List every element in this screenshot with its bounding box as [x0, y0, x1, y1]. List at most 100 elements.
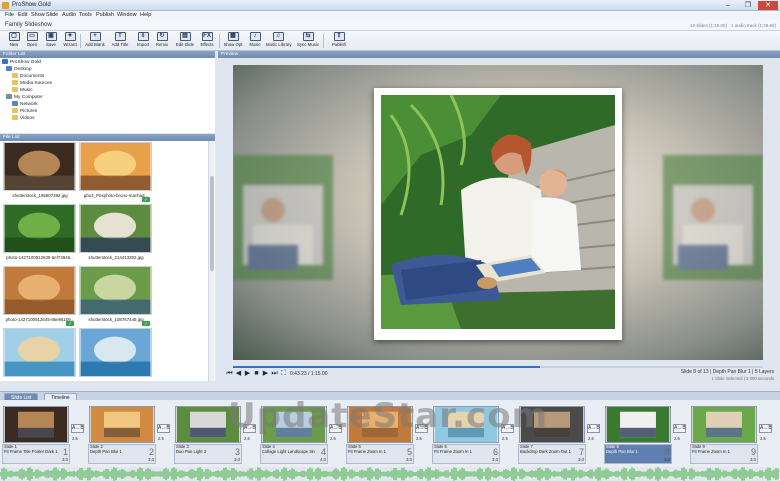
effects-button[interactable]: FX Effects [195, 32, 219, 50]
save-icon: ▣ [45, 32, 57, 41]
menu-window[interactable]: Window [117, 12, 137, 18]
minimize-button[interactable]: – [718, 1, 738, 10]
sync-music-button[interactable]: ⇆ Sync Music [296, 32, 320, 50]
file-thumbnail-image [79, 266, 152, 315]
slide-duration[interactable]: 3.0 [750, 457, 756, 462]
transition-duration[interactable]: 2.5 [502, 436, 508, 441]
slide-number: 9 [750, 447, 756, 457]
menu-help[interactable]: Help [140, 12, 151, 18]
menu-publish[interactable]: Publish [96, 12, 114, 18]
tree-item-documents[interactable]: Documents [12, 73, 44, 80]
maximize-button[interactable]: ❐ [738, 1, 758, 10]
audio-track[interactable] [0, 467, 780, 481]
file-thumbnail[interactable] [2, 328, 76, 381]
slide-duration[interactable]: 3.0 [234, 457, 240, 462]
slide-duration[interactable]: 3.0 [664, 457, 670, 462]
transition-icon[interactable]: A↔B [157, 424, 170, 433]
slide-name: Slide 6 Fit Frame Zoom In 1 [434, 445, 498, 454]
menu-edit[interactable]: Edit [18, 12, 27, 18]
progress-fill [233, 366, 541, 368]
playback-progress[interactable] [233, 366, 763, 368]
slide-thumbnail [89, 406, 155, 443]
slide-photo-frame[interactable] [374, 88, 622, 340]
file-thumbnail[interactable]: shutterstock_185607392.jpg [2, 142, 76, 204]
file-thumbnail[interactable]: shutterstock_214413302.jpg [78, 204, 152, 266]
tree-item-my-computer[interactable]: My Computer [6, 94, 43, 101]
forward-icon[interactable]: ▶ [262, 370, 269, 377]
transition-duration[interactable]: 2.5 [244, 436, 250, 441]
slide-card[interactable]: Slide 8 Depth Pan Blur 1 8 3.0 A↔B 2.5 [604, 403, 688, 464]
file-thumbnail[interactable]: ✓ [78, 328, 152, 381]
tree-item-proshow-gold[interactable]: ProShow Gold [2, 59, 41, 66]
file-thumbnail[interactable]: ✓ photo-1427100912645-86e96109... [2, 266, 76, 328]
add-title-button[interactable]: T Add Title [108, 32, 132, 50]
edit-slide-button[interactable]: ▤ Edit Slide [173, 32, 197, 50]
transition-duration[interactable]: 2.5 [158, 436, 164, 441]
file-list-scrollbar[interactable] [208, 141, 214, 381]
transition-icon[interactable]: A↔B [71, 424, 84, 433]
slide-duration[interactable]: 3.0 [62, 457, 68, 462]
transition-duration[interactable]: 2.5 [588, 436, 594, 441]
slide-duration[interactable]: 3.0 [148, 457, 154, 462]
add-title-label: Add Title [111, 42, 129, 47]
music-library-button[interactable]: ♫ Music Library [266, 32, 292, 50]
tree-item-music[interactable]: Music [12, 87, 33, 94]
tree-item-desktop[interactable]: Desktop [6, 66, 32, 73]
transition-icon[interactable]: A↔B [759, 424, 772, 433]
publish-button[interactable]: ⇪ Publish [327, 32, 351, 50]
slide-number: 8 [664, 447, 670, 457]
remix-button[interactable]: ↻ Remix [150, 32, 174, 50]
tree-item-videos[interactable]: Videos [12, 115, 35, 122]
file-name: photo-1427100912635-5ef72846... [6, 255, 74, 260]
stop-icon[interactable]: ■ [253, 370, 260, 377]
file-name: shutterstock_108767445.jpg [88, 317, 144, 322]
file-thumbnail[interactable]: ✓ shutterstock_108767445.jpg [78, 266, 152, 328]
show-opt-button[interactable]: ▦ Show Opt [221, 32, 245, 50]
file-thumbnail[interactable]: photo-1427100912635-5ef72846... [2, 204, 76, 266]
scrollbar-thumb[interactable] [210, 176, 214, 271]
slide-duration[interactable]: 3.0 [578, 457, 584, 462]
file-thumbnail[interactable]: ✓ gbo4_Pexphoto-bruno-machad... [78, 142, 152, 204]
sync-music-label: Sync Music [297, 42, 319, 47]
skip-end-icon[interactable]: ⏭ [271, 370, 278, 377]
music-button[interactable]: ♪ Music [243, 32, 267, 50]
menu-audio[interactable]: Audio [62, 12, 76, 18]
slide-card[interactable]: Slide 2 Depth Pan Blur 1 2 3.0 A↔B 2.5 [88, 403, 172, 464]
slide-duration[interactable]: 3.0 [406, 457, 412, 462]
menu-slide[interactable]: Slide [46, 12, 58, 18]
slide-duration[interactable]: 4.0 [320, 457, 326, 462]
close-button[interactable]: ✕ [758, 1, 778, 10]
add-blank-label: Add Blank [85, 42, 105, 47]
menu-show[interactable]: Show [31, 12, 45, 18]
tree-item-pictures[interactable]: Pictures [12, 108, 37, 115]
transition-duration[interactable]: 2.5 [760, 436, 766, 441]
add-blank-button[interactable]: + Add Blank [83, 32, 107, 50]
app-icon [2, 2, 9, 9]
transition-icon[interactable]: A↔B [587, 424, 600, 433]
tree-item-network[interactable]: Network [12, 101, 38, 108]
slide-card[interactable]: Slide 1 Fit Frame Title Footer Dark 1 1 3.0… [2, 403, 86, 464]
fullscreen-icon[interactable]: ⛶ [280, 370, 287, 377]
file-name: gbo4_Pexphoto-bruno-machad... [83, 193, 149, 198]
tree-item-media-sources[interactable]: Media Sources [12, 80, 52, 87]
play-icon[interactable]: ▶ [244, 370, 251, 377]
import-icon: ⇩ [137, 32, 149, 41]
network-icon [12, 101, 18, 106]
transition-icon[interactable]: A↔B [673, 424, 686, 433]
rewind-icon[interactable]: ◀ [235, 370, 242, 377]
file-name: shutterstock_185607392.jpg [12, 193, 68, 198]
toolbar-separator [219, 34, 220, 48]
transition-duration[interactable]: 2.5 [330, 436, 336, 441]
main-toolbar: ▢ New ▭ Open ▣ Save ✦ Wizard + Add Blank T Add… [0, 31, 780, 51]
show-status: 13 slides (1:15.00) · 1 audio track (1:2… [689, 23, 776, 28]
menu-tools[interactable]: Tools [79, 12, 92, 18]
transition-duration[interactable]: 2.5 [674, 436, 680, 441]
menu-file[interactable]: File [5, 12, 14, 18]
tree-item-label: My Computer [14, 95, 43, 100]
slide-card[interactable]: Slide 9 Fit Frame Zoom In 1 9 3.0 A↔B 2.5 [690, 403, 774, 464]
slide-duration[interactable]: 3.0 [492, 457, 498, 462]
transition-duration[interactable]: 2.5 [72, 436, 78, 441]
skip-start-icon[interactable]: ⏮ [226, 370, 233, 377]
transition-duration[interactable]: 2.5 [416, 436, 422, 441]
wizard-button[interactable]: ✦ Wizard [58, 32, 82, 50]
